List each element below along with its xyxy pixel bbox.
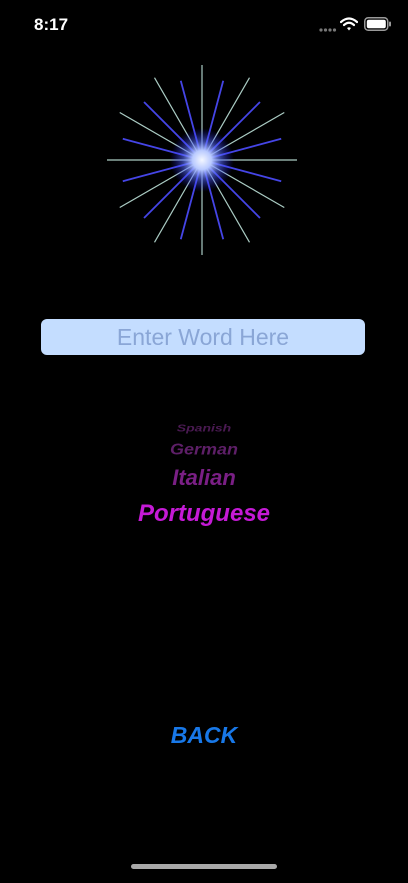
back-button[interactable]: BACK: [134, 718, 274, 752]
starburst-icon: [107, 65, 297, 255]
picker-item-italian[interactable]: Italian: [104, 465, 304, 491]
picker-item-portuguese[interactable]: Portuguese: [104, 500, 304, 528]
status-time: 8:17: [34, 15, 69, 34]
battery-icon: [364, 17, 391, 31]
wifi-icon: [340, 17, 358, 31]
word-input[interactable]: [41, 319, 365, 355]
picker-item-german[interactable]: German: [104, 440, 304, 458]
home-indicator[interactable]: [131, 864, 277, 869]
status-bar: 8:17: [0, 0, 408, 50]
signal-icon: [319, 28, 337, 32]
language-picker[interactable]: Spanish German Italian Portuguese: [104, 415, 304, 535]
picker-item-spanish[interactable]: Spanish: [104, 422, 304, 433]
